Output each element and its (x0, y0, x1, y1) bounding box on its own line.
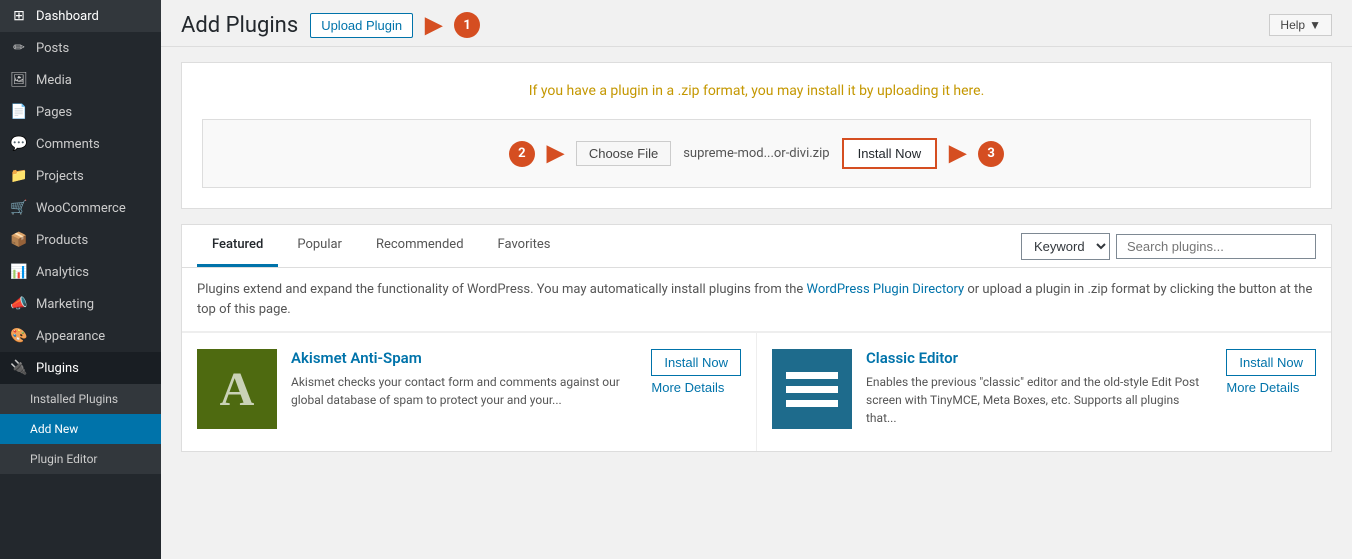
sidebar-item-add-new[interactable]: Add New (0, 414, 161, 444)
sidebar-item-plugin-editor[interactable]: Plugin Editor (0, 444, 161, 474)
sidebar-item-label: Projects (36, 169, 84, 184)
classic-editor-lines (786, 372, 838, 407)
tabs-right: Keyword (1021, 233, 1316, 260)
akismet-install-button[interactable]: Install Now (651, 349, 741, 376)
sidebar-item-label: Analytics (36, 265, 89, 280)
arrow-3-icon: ▶ (949, 141, 966, 166)
dashboard-icon: ⊞ (10, 8, 28, 24)
sidebar-item-analytics[interactable]: 📊 Analytics (0, 256, 161, 288)
sidebar-item-comments[interactable]: 💬 Comments (0, 128, 161, 160)
products-icon: 📦 (10, 232, 28, 248)
sidebar-item-pages[interactable]: 📄 Pages (0, 96, 161, 128)
upload-plugin-button[interactable]: Upload Plugin (310, 13, 413, 38)
sidebar-item-label: Media (36, 73, 72, 88)
woocommerce-icon: 🛒 (10, 200, 28, 216)
classic-editor-excerpt: Enables the previous "classic" editor an… (866, 373, 1212, 427)
tabs-header: Featured Popular Recommended Favorites K… (182, 225, 1331, 268)
sidebar-item-label: Pages (36, 105, 72, 120)
tab-featured[interactable]: Featured (197, 225, 278, 267)
classic-editor-info: Classic Editor Enables the previous "cla… (866, 349, 1212, 435)
arrow-2-icon: ▶ (547, 141, 564, 166)
page-title: Add Plugins (181, 13, 298, 38)
akismet-icon: A (197, 349, 277, 429)
classic-editor-install-button[interactable]: Install Now (1226, 349, 1316, 376)
appearance-icon: 🎨 (10, 328, 28, 344)
sidebar-item-label: Comments (36, 137, 100, 152)
marketing-icon: 📣 (10, 296, 28, 312)
plugin-cards-container: A Akismet Anti-Spam Akismet checks your … (182, 332, 1331, 451)
search-plugins-input[interactable] (1116, 234, 1316, 259)
step-badge-3: 3 (978, 141, 1004, 167)
sidebar-item-marketing[interactable]: 📣 Marketing (0, 288, 161, 320)
plugin-card-akismet: A Akismet Anti-Spam Akismet checks your … (182, 333, 757, 451)
classic-line-3 (786, 400, 838, 407)
sidebar-item-products[interactable]: 📦 Products (0, 224, 161, 256)
plugin-directory-description: Plugins extend and expand the functional… (182, 268, 1331, 332)
sidebar-item-posts[interactable]: ✏ Posts (0, 32, 161, 64)
step-badge-1: 1 (454, 12, 480, 38)
tab-popular[interactable]: Popular (282, 225, 357, 267)
page-header: Add Plugins Upload Plugin ▶ 1 Help ▼ (161, 0, 1352, 47)
search-type-select[interactable]: Keyword (1021, 233, 1110, 260)
classic-line-1 (786, 372, 838, 379)
upload-area: 2 ▶ Choose File supreme-mod...or-divi.zi… (202, 119, 1311, 188)
description-text1: Plugins extend and expand the functional… (197, 282, 806, 297)
sidebar: ⊞ Dashboard ✏ Posts 🖼 Media 📄 Pages 💬 Co… (0, 0, 161, 559)
sidebar-item-plugins[interactable]: 🔌 Plugins (0, 352, 161, 384)
sidebar-item-installed-plugins[interactable]: Installed Plugins (0, 384, 161, 414)
projects-icon: 📁 (10, 168, 28, 184)
upload-wrapper: 2 ▶ Choose File supreme-mod...or-divi.zi… (509, 138, 1004, 169)
sidebar-item-label: Appearance (36, 329, 105, 344)
akismet-actions: Install Now More Details (651, 349, 741, 435)
page-header-left: Add Plugins Upload Plugin ▶ 1 (181, 12, 480, 38)
posts-icon: ✏ (10, 40, 28, 56)
sidebar-item-label: Dashboard (36, 9, 99, 24)
sidebar-item-dashboard[interactable]: ⊞ Dashboard (0, 0, 161, 32)
sidebar-sub-label: Add New (30, 422, 78, 436)
analytics-icon: 📊 (10, 264, 28, 280)
sidebar-sub-label: Installed Plugins (30, 392, 118, 406)
sidebar-submenu-plugins: Installed Plugins Add New Plugin Editor (0, 384, 161, 474)
sidebar-item-label: Marketing (36, 297, 94, 312)
sidebar-item-label: Plugins (36, 361, 79, 376)
comments-icon: 💬 (10, 136, 28, 152)
sidebar-item-label: Products (36, 233, 88, 248)
upload-section: If you have a plugin in a .zip format, y… (181, 62, 1332, 209)
upload-instruction: If you have a plugin in a .zip format, y… (202, 83, 1311, 99)
sidebar-item-woocommerce[interactable]: 🛒 WooCommerce (0, 192, 161, 224)
plugin-directory-link[interactable]: WordPress Plugin Directory (806, 282, 964, 297)
sidebar-item-media[interactable]: 🖼 Media (0, 64, 161, 96)
akismet-name: Akismet Anti-Spam (291, 349, 637, 367)
help-dropdown-icon: ▼ (1309, 18, 1321, 32)
step-badge-2: 2 (509, 141, 535, 167)
plugin-card-classic-editor: Classic Editor Enables the previous "cla… (757, 333, 1331, 451)
plugins-icon: 🔌 (10, 360, 28, 376)
help-button[interactable]: Help ▼ (1269, 14, 1332, 36)
akismet-info: Akismet Anti-Spam Akismet checks your co… (291, 349, 637, 435)
sidebar-item-label: WooCommerce (36, 201, 126, 216)
tabs-left: Featured Popular Recommended Favorites (197, 225, 570, 267)
pages-icon: 📄 (10, 104, 28, 120)
install-now-main-button[interactable]: Install Now (842, 138, 938, 169)
classic-editor-more-details-button[interactable]: More Details (1226, 380, 1299, 395)
main-content: Add Plugins Upload Plugin ▶ 1 Help ▼ If … (161, 0, 1352, 559)
akismet-more-details-button[interactable]: More Details (651, 380, 724, 395)
media-icon: 🖼 (10, 72, 28, 88)
filename-display: supreme-mod...or-divi.zip (683, 146, 829, 161)
tabs-section: Featured Popular Recommended Favorites K… (181, 224, 1332, 452)
sidebar-sub-label: Plugin Editor (30, 452, 97, 466)
choose-file-button[interactable]: Choose File (576, 141, 671, 166)
tab-recommended[interactable]: Recommended (361, 225, 479, 267)
akismet-excerpt: Akismet checks your contact form and com… (291, 373, 637, 409)
sidebar-item-label: Posts (36, 41, 69, 56)
classic-editor-actions: Install Now More Details (1226, 349, 1316, 435)
classic-line-2 (786, 386, 838, 393)
classic-editor-icon (772, 349, 852, 429)
arrow-icon: ▶ (425, 13, 442, 38)
classic-editor-name: Classic Editor (866, 349, 1212, 367)
help-label: Help (1280, 18, 1305, 32)
sidebar-item-appearance[interactable]: 🎨 Appearance (0, 320, 161, 352)
sidebar-item-projects[interactable]: 📁 Projects (0, 160, 161, 192)
tab-favorites[interactable]: Favorites (483, 225, 566, 267)
